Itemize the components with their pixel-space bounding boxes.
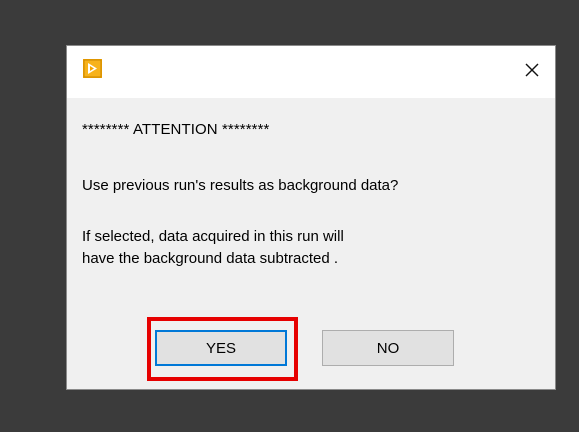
question-text: Use previous run's results as background… [82, 177, 399, 194]
close-icon [525, 63, 539, 77]
attention-dialog: ******** ATTENTION ******** Use previous… [66, 45, 556, 390]
yes-button[interactable]: YES [155, 330, 287, 366]
close-button[interactable] [509, 46, 555, 94]
dialog-titlebar [67, 46, 555, 98]
note-text-line-1: If selected, data acquired in this run w… [82, 228, 344, 245]
note-text-line-2: have the background data subtracted . [82, 250, 339, 267]
labview-arrow-icon [83, 59, 102, 78]
attention-heading: ******** ATTENTION ******** [82, 121, 270, 138]
no-button[interactable]: NO [322, 330, 454, 366]
screen-backdrop: ******** ATTENTION ******** Use previous… [0, 0, 579, 432]
